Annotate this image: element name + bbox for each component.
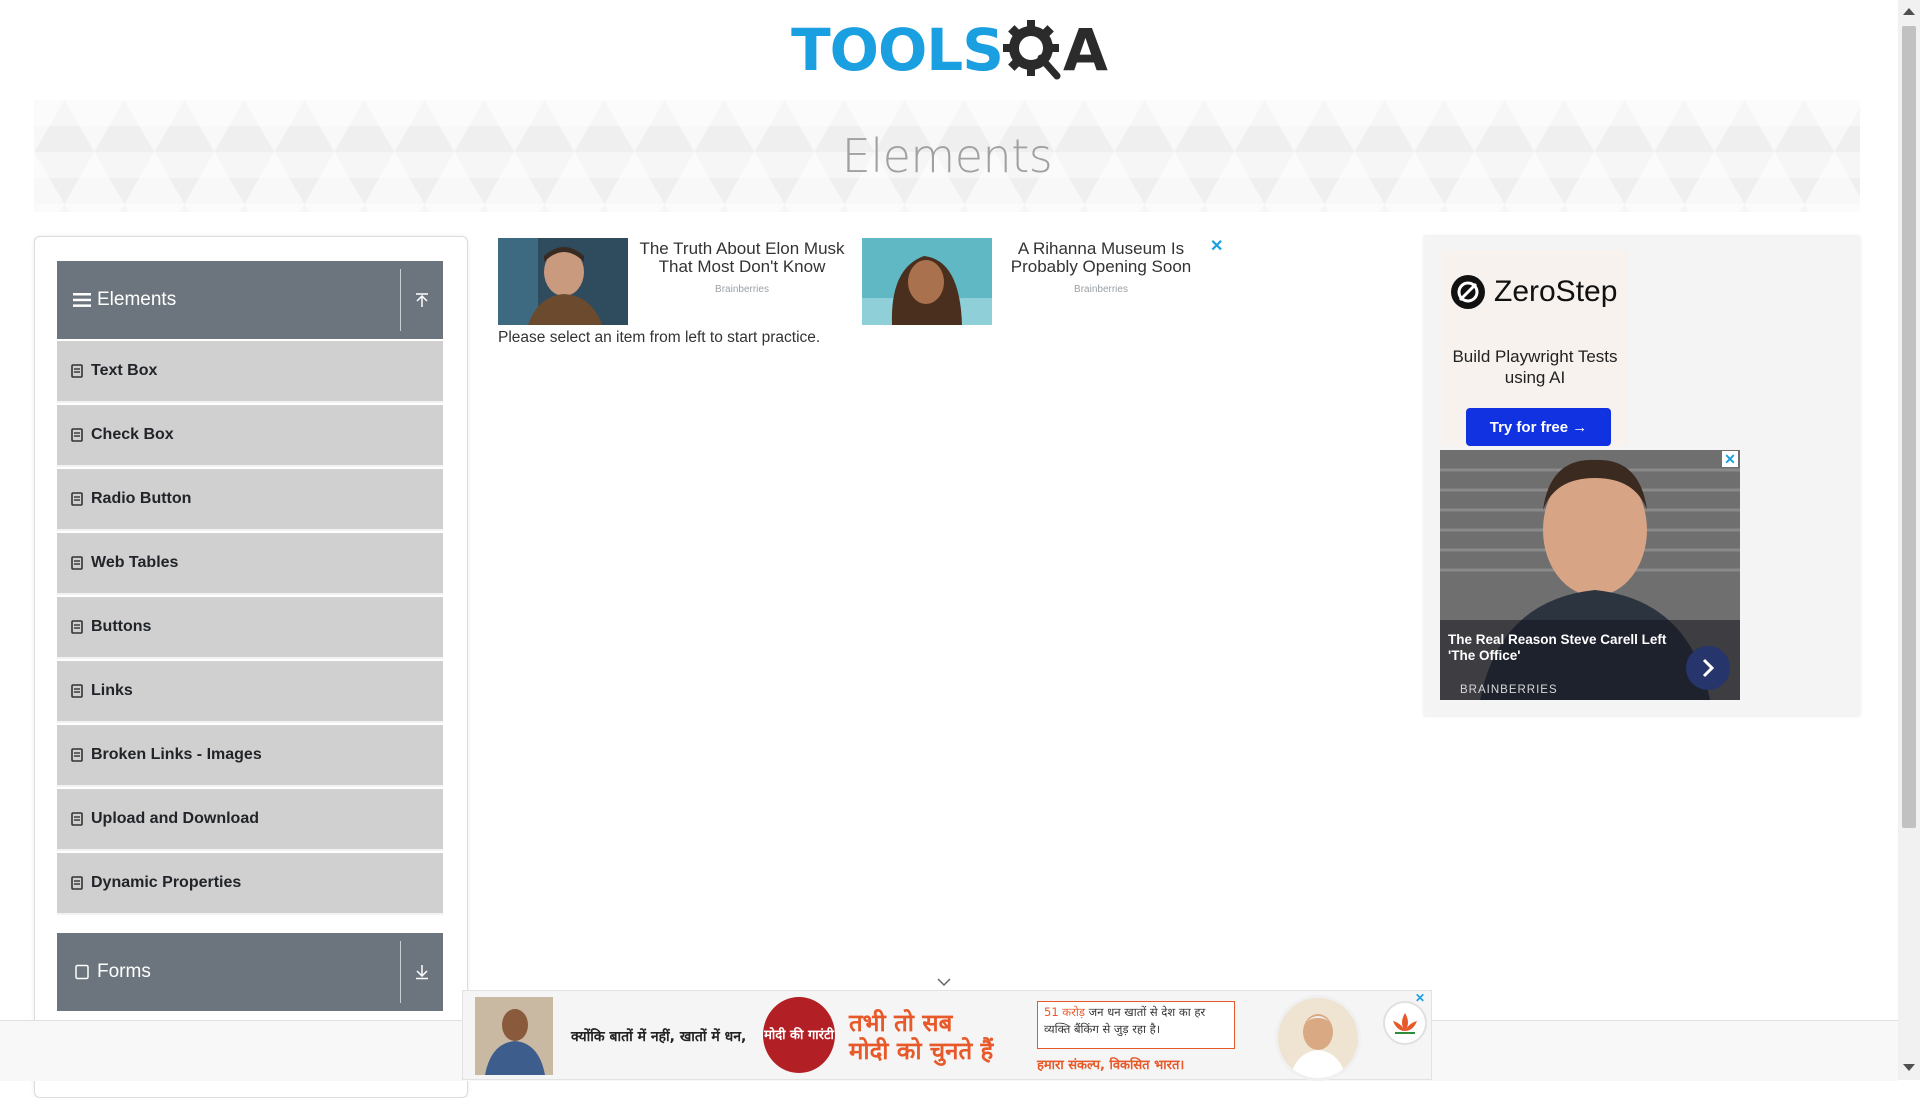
logo-text-qa: A bbox=[1063, 16, 1108, 84]
ad-portrait-graphic bbox=[1278, 998, 1358, 1078]
logo-text-tools: TOOLS bbox=[791, 16, 1004, 84]
arrow-down-icon bbox=[416, 965, 428, 980]
ad-portrait bbox=[1275, 995, 1361, 1081]
group-label-forms: Forms bbox=[97, 961, 151, 982]
ad-person-graphic bbox=[475, 997, 553, 1075]
office-ad-source: BRAINBERRIES bbox=[1460, 684, 1558, 696]
page-title: Elements bbox=[841, 129, 1053, 183]
sidebar-item-broken-links[interactable]: Broken Links - Images bbox=[57, 725, 443, 787]
item-icon bbox=[71, 492, 83, 506]
item-icon bbox=[71, 812, 83, 826]
ad-slogan-line-1: तभी तो सब bbox=[849, 1009, 953, 1037]
ad-info-highlight: 51 करोड़ bbox=[1044, 1005, 1085, 1019]
ad-image-elon[interactable] bbox=[498, 238, 628, 325]
ad-text: क्योंकि बातों में नहीं, खातों में धन, bbox=[571, 1029, 747, 1045]
page-banner: Elements bbox=[34, 100, 1860, 212]
chevron-down-icon bbox=[937, 978, 951, 987]
ad-slogan: तभी तो सब मोदी को चुनते हैं bbox=[849, 1009, 993, 1065]
sidebar-item-text-box[interactable]: Text Box bbox=[57, 341, 443, 403]
site-logo[interactable]: TOOLS A bbox=[0, 0, 1898, 100]
sidebar-item-label: Buttons bbox=[91, 618, 152, 635]
item-icon bbox=[71, 684, 83, 698]
instruction-text: Please select an item from left to start… bbox=[498, 329, 821, 346]
lotus-graphic bbox=[1393, 1013, 1417, 1034]
ad-close-button[interactable]: ✕ bbox=[1210, 236, 1223, 256]
office-ad-close[interactable]: ✕ bbox=[1722, 451, 1738, 467]
group-header-forms[interactable]: Forms bbox=[57, 933, 443, 1011]
expand-toggle[interactable] bbox=[401, 964, 443, 980]
bottom-banner-ad[interactable]: क्योंकि बातों में नहीं, खातों में धन, मो… bbox=[462, 990, 1432, 1081]
right-ad-panel: ZeroStep Build Playwright Tests using AI… bbox=[1424, 236, 1860, 716]
ad-info-box: 51 करोड़ जन धन खातों से देश का हर व्यक्त… bbox=[1037, 1001, 1235, 1049]
sidebar-item-label: Links bbox=[91, 682, 133, 699]
rihanna-photo bbox=[862, 238, 992, 325]
ad-title[interactable]: A Rihanna Museum Is Probably Opening Soo… bbox=[994, 240, 1208, 276]
sidebar-item-check-box[interactable]: Check Box bbox=[57, 405, 443, 467]
sidebar-item-label: Upload and Download bbox=[91, 810, 259, 827]
arrow-up-icon bbox=[416, 293, 428, 307]
gear-search-icon bbox=[1003, 20, 1061, 80]
menu-icon bbox=[73, 293, 91, 307]
sidebar-item-label: Check Box bbox=[91, 426, 174, 443]
form-icon bbox=[75, 964, 89, 980]
sidebar-item-label: Web Tables bbox=[91, 554, 179, 571]
ad-footer-text: हमारा संकल्प, विकसित भारत। bbox=[1037, 1058, 1185, 1073]
collapse-toggle[interactable] bbox=[401, 292, 443, 308]
item-icon bbox=[71, 364, 83, 378]
sidebar-item-radio-button[interactable]: Radio Button bbox=[57, 469, 443, 531]
item-icon bbox=[71, 556, 83, 570]
sidebar: Elements Text Box Check Box Radio Button… bbox=[34, 236, 468, 1098]
sidebar-item-label: Text Box bbox=[91, 362, 158, 379]
bottom-ad-close[interactable]: ✕ bbox=[1415, 991, 1425, 1005]
ad-seal: मोदी की गारंटी bbox=[763, 997, 835, 1073]
sidebar-item-web-tables[interactable]: Web Tables bbox=[57, 533, 443, 595]
ad-source: Brainberries bbox=[1074, 284, 1128, 295]
ad-slogan-line-2: मोदी को चुनते हैं bbox=[849, 1037, 994, 1065]
lotus-icon bbox=[1383, 1001, 1427, 1045]
scroll-down-arrow[interactable] bbox=[1903, 1064, 1915, 1071]
next-arrow-button[interactable] bbox=[1686, 646, 1730, 690]
item-icon bbox=[71, 876, 83, 890]
sidebar-item-upload-download[interactable]: Upload and Download bbox=[57, 789, 443, 851]
zerostep-tagline: Build Playwright Tests using AI bbox=[1452, 347, 1618, 387]
sidebar-item-label: Broken Links - Images bbox=[91, 746, 262, 763]
zerostep-ad[interactable]: ZeroStep Build Playwright Tests using AI… bbox=[1442, 250, 1628, 446]
scroll-up-arrow[interactable] bbox=[1903, 8, 1915, 15]
ad-source: Brainberries bbox=[715, 284, 769, 295]
sidebar-item-buttons[interactable]: Buttons bbox=[57, 597, 443, 659]
zerostep-icon bbox=[1451, 275, 1485, 309]
item-icon bbox=[71, 748, 83, 762]
office-ad[interactable]: The Real Reason Steve Carell Left 'The O… bbox=[1440, 450, 1740, 700]
sidebar-item-dynamic-properties[interactable]: Dynamic Properties bbox=[57, 853, 443, 915]
sidebar-item-links[interactable]: Links bbox=[57, 661, 443, 723]
ad-image-rihanna[interactable] bbox=[862, 238, 992, 325]
group-label-elements: Elements bbox=[97, 289, 177, 310]
item-icon bbox=[71, 620, 83, 634]
scroll-thumb[interactable] bbox=[1902, 26, 1916, 828]
zerostep-name: ZeroStep bbox=[1494, 275, 1618, 308]
vertical-scrollbar[interactable] bbox=[1898, 0, 1920, 1080]
ad-elon-musk[interactable]: The Truth About Elon Musk That Most Don'… bbox=[498, 238, 854, 326]
ad-person-photo bbox=[475, 997, 553, 1075]
group-header-elements[interactable]: Elements bbox=[57, 261, 443, 339]
chevron-right-icon bbox=[1702, 658, 1715, 678]
zerostep-logo: ZeroStep bbox=[1450, 274, 1630, 310]
office-ad-caption[interactable]: The Real Reason Steve Carell Left 'The O… bbox=[1448, 632, 1678, 664]
item-icon bbox=[71, 428, 83, 442]
sidebar-item-label: Radio Button bbox=[91, 490, 192, 507]
try-for-free-button[interactable]: Try for free → bbox=[1466, 408, 1611, 446]
sidebar-item-label: Dynamic Properties bbox=[91, 874, 242, 891]
ad-rihanna[interactable]: A Rihanna Museum Is Probably Opening Soo… bbox=[862, 238, 1208, 326]
ad-title[interactable]: The Truth About Elon Musk That Most Don'… bbox=[630, 240, 854, 276]
elon-photo bbox=[498, 238, 628, 325]
